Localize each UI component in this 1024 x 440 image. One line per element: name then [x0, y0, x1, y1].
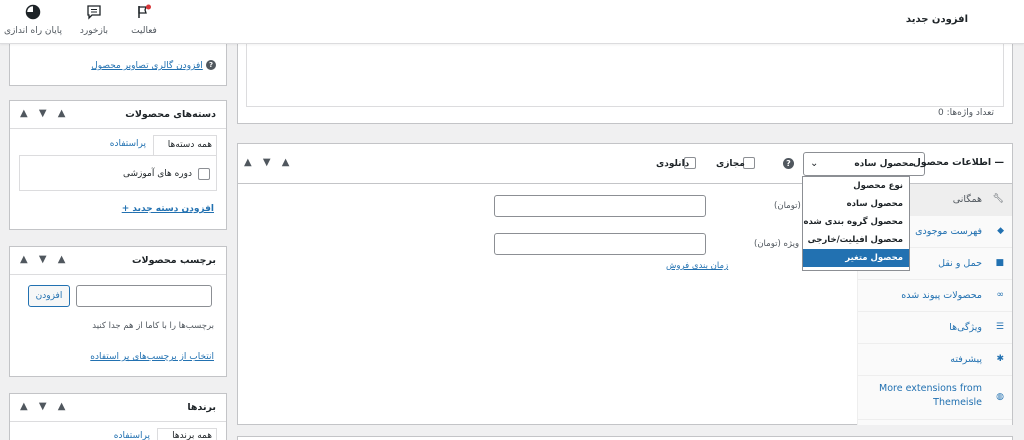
- next-metabox: [237, 436, 1013, 440]
- progress-circle-icon: [4, 4, 62, 23]
- brands-box: ▲ ▼ ▲ برندها همه برندها پراستفاده: [9, 393, 227, 440]
- box-move-arrows[interactable]: ▲ ▼ ▲: [20, 254, 69, 265]
- product-categories-box: ▲ ▼ ▲ دسته‌های محصولات همه دسته‌ها پراست…: [9, 100, 227, 230]
- dropdown-option-simple[interactable]: محصول ساده: [803, 195, 909, 213]
- help-icon[interactable]: ?: [206, 60, 216, 70]
- regular-price-label: (تومان): [774, 201, 801, 211]
- feedback-label: بازخورد: [79, 26, 109, 36]
- categories-box-header: ▲ ▼ ▲ دسته‌های محصولات: [10, 101, 226, 129]
- tab-label: فهرست موجودی: [915, 226, 982, 237]
- tags-title: برچسب محصولات: [131, 255, 216, 266]
- truck-icon: ■: [995, 258, 1004, 268]
- product-tags-box: ▲ ▼ ▲ برچسب محصولات افزودن برچسب‌ها را ب…: [9, 246, 227, 377]
- tab-label: More extensions from Themeisle: [879, 383, 982, 408]
- brands-title: برندها: [187, 402, 216, 413]
- activity-button[interactable]: فعالیت: [124, 4, 164, 36]
- virtual-label: مجازی: [716, 159, 745, 169]
- tab-label: پیشرفته: [950, 354, 982, 365]
- word-count: تعداد واژه‌ها: 0: [938, 108, 994, 118]
- box-move-arrows[interactable]: ▲ ▼ ▲: [20, 108, 69, 119]
- feedback-icon: [68, 4, 120, 23]
- categories-checklist: دوره های آموزشی: [19, 155, 217, 191]
- help-icon[interactable]: ?: [783, 158, 794, 169]
- schedule-sale-link[interactable]: زمان بندی فروش: [666, 261, 728, 271]
- tab-all-brands-label: همه برندها: [172, 431, 212, 440]
- activity-flag-icon: [124, 4, 164, 23]
- tab-label: محصولات پیوند شده: [901, 290, 982, 301]
- categories-title: دسته‌های محصولات: [125, 109, 216, 120]
- category-checkbox[interactable]: [198, 168, 210, 180]
- tags-box-header: ▲ ▼ ▲ برچسب محصولات: [10, 247, 226, 275]
- brands-box-header: ▲ ▼ ▲ برندها: [10, 394, 226, 422]
- product-gallery-box: افزودن گالری تصاویر محصول ?: [9, 44, 227, 86]
- tab-label: همگانی: [952, 194, 982, 205]
- tag-input[interactable]: [76, 285, 212, 307]
- dropdown-option-grouped[interactable]: محصول گروه بندی شده: [803, 213, 909, 231]
- gear-icon: ✱: [996, 354, 1004, 364]
- product-type-select[interactable]: ⌄ محصول ساده: [803, 152, 925, 176]
- description-editor-area[interactable]: [246, 41, 1004, 107]
- tab-more-extensions[interactable]: ◍ More extensions from Themeisle: [857, 376, 1012, 420]
- dropdown-option-variable[interactable]: محصول متغیر: [803, 249, 909, 267]
- finish-setup-button[interactable]: پایان راه اندازی: [4, 4, 62, 36]
- feedback-button[interactable]: بازخورد: [68, 4, 120, 36]
- dropdown-group-label: نوع محصول: [853, 181, 903, 191]
- tag-icon: ◆: [997, 226, 1004, 236]
- add-new-category-link[interactable]: + افزودن دسته جدید: [122, 204, 214, 214]
- finish-setup-label: پایان راه اندازی: [4, 26, 63, 36]
- tags-hint: برچسب‌ها را با کاما از هم جدا کنید: [92, 321, 214, 331]
- product-type-dropdown: نوع محصول محصول ساده محصول گروه بندی شده…: [802, 176, 910, 271]
- tab-all-categories-label: همه دسته‌ها: [167, 140, 212, 150]
- top-bar: پایان راه اندازی بازخورد فعالیت افزودن ج…: [0, 0, 1024, 44]
- tab-popular-brands[interactable]: پراستفاده: [114, 431, 150, 440]
- tab-label: حمل و نقل: [938, 258, 982, 269]
- page-title: افزودن جدید: [905, 14, 968, 25]
- tab-linked-products[interactable]: ∞ محصولات پیوند شده: [857, 280, 1012, 312]
- wrench-icon: 🔧︎: [992, 194, 1004, 204]
- description-editor-box: تعداد واژه‌ها: 0: [237, 40, 1013, 124]
- regular-price-input[interactable]: [494, 195, 706, 217]
- category-label: دوره های آموزشی: [122, 169, 192, 179]
- add-tag-button[interactable]: افزودن: [28, 285, 70, 307]
- sale-price-input[interactable]: [494, 233, 706, 255]
- box-move-arrows[interactable]: ▲ ▼ ▲: [244, 157, 293, 168]
- tab-attributes[interactable]: ☰ ویژگی‌ها: [857, 312, 1012, 344]
- dropdown-option-external[interactable]: محصول افیلیت/خارجی: [803, 231, 909, 249]
- activity-label: فعالیت: [131, 26, 157, 36]
- tab-all-categories[interactable]: همه دسته‌ها: [153, 135, 217, 155]
- list-icon: ☰: [995, 322, 1004, 332]
- tab-advanced[interactable]: ✱ پیشرفته: [857, 344, 1012, 376]
- chevron-down-icon: ⌄: [810, 158, 819, 169]
- choose-popular-tags-link[interactable]: انتخاب از برچسب‌های پر استفاده: [90, 352, 214, 362]
- downloadable-label: دانلودی: [656, 159, 690, 169]
- tab-label: ویژگی‌ها: [949, 322, 982, 333]
- box-move-arrows[interactable]: ▲ ▼ ▲: [20, 401, 69, 412]
- plugin-icon: ◍: [996, 392, 1004, 402]
- tab-popular-categories[interactable]: پراستفاده: [110, 139, 146, 149]
- add-gallery-link[interactable]: افزودن گالری تصاویر محصول: [91, 61, 203, 71]
- product-type-value: محصول ساده: [854, 159, 914, 169]
- sale-price-label: ویژه (تومان): [754, 239, 800, 249]
- product-data-title: اطلاعات محصول —: [912, 157, 1004, 168]
- tab-all-brands[interactable]: همه برندها: [157, 428, 217, 440]
- link-icon: ∞: [996, 290, 1005, 300]
